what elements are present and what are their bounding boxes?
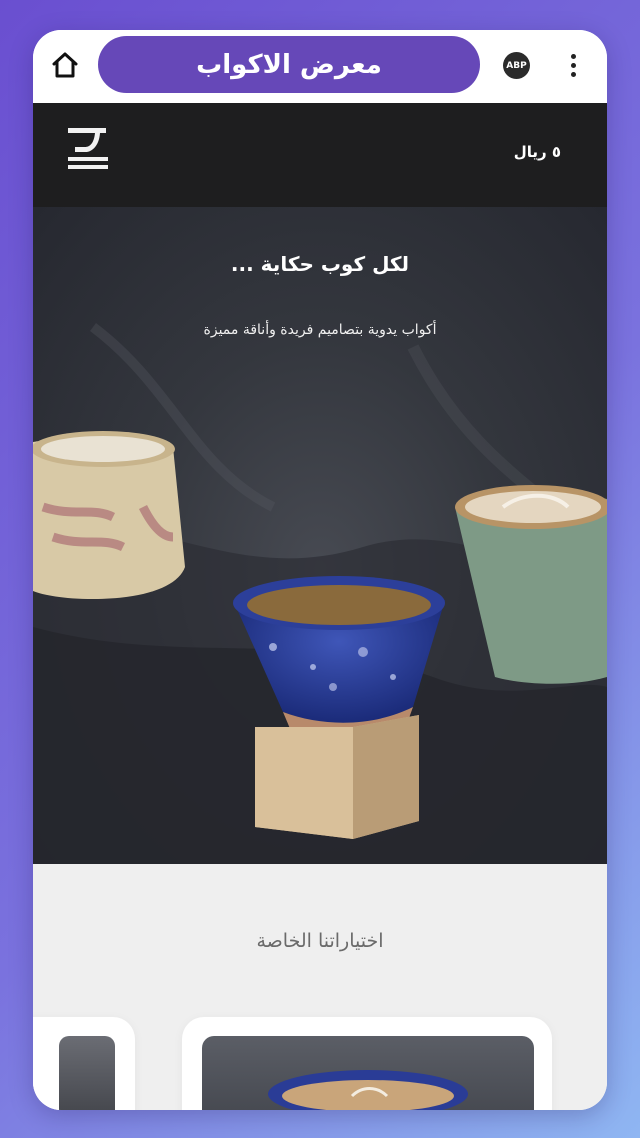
site-header: ٥ ريال [33,103,607,207]
product-card[interactable] [182,1017,552,1110]
menu-dot [570,71,576,77]
product-card[interactable] [33,1017,135,1110]
adblock-icon[interactable]: ABP [503,52,530,79]
phone-frame: معرض الاكواب ABP ٥ ريال لكل كوب حكاية ..… [33,30,607,1110]
hero-banner: لكل كوب حكاية ... أكواب يدوية بتصاميم فر… [33,207,607,864]
featured-title: اختياراتنا الخاصة [256,930,384,952]
hero-title: لكل كوب حكاية ... [230,252,410,276]
product-image [59,1036,115,1110]
hero-subtitle: أكواب يدوية بتصاميم فريدة وأناقة مميزة [203,322,437,338]
page-title: معرض الاكواب [98,36,480,93]
featured-section: اختياراتنا الخاصة [33,864,607,1110]
browser-toolbar: معرض الاكواب ABP [33,30,607,103]
cup-photo [268,1070,468,1110]
home-icon [52,52,78,78]
menu-dot [570,62,576,68]
cart-total[interactable]: ٥ ريال [514,143,561,161]
more-menu-button[interactable] [563,50,583,80]
product-image [202,1036,534,1110]
site-logo[interactable] [65,125,111,171]
home-button[interactable] [51,50,79,80]
cup-logo-icon [68,128,108,169]
more-vert-icon [570,53,576,59]
hero-image [33,323,607,864]
